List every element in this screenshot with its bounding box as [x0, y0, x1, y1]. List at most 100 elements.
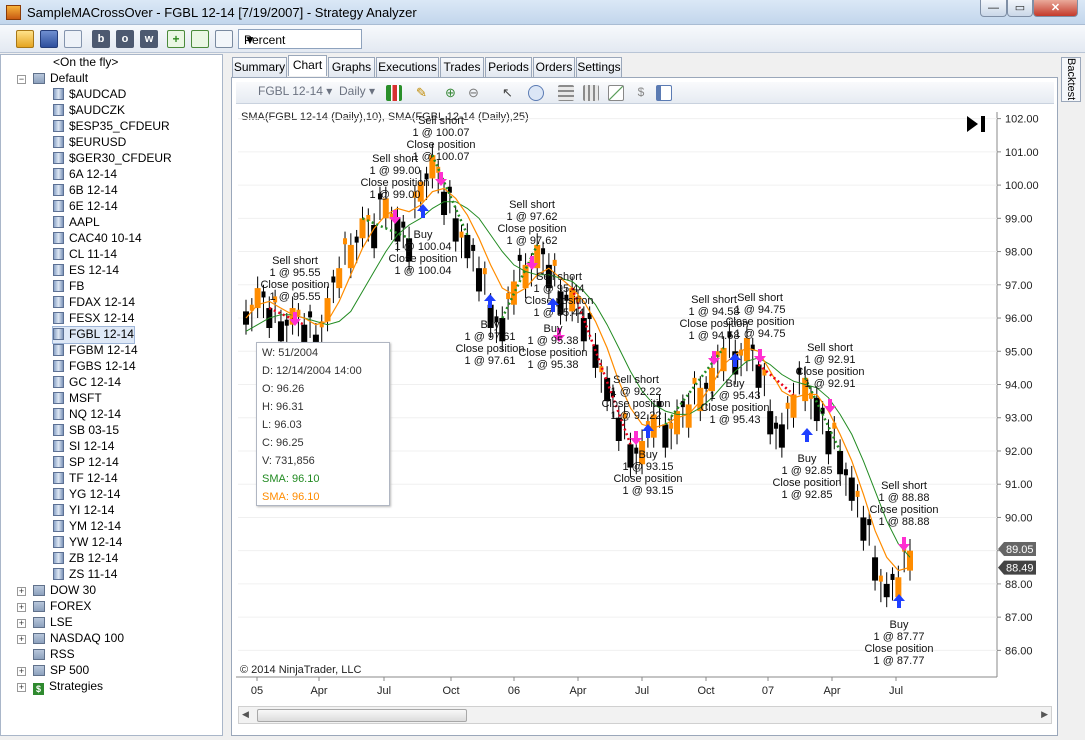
tree-item-instrument[interactable]: FESX 12-14: [53, 311, 134, 327]
tab-settings[interactable]: Settings: [576, 57, 622, 77]
tree-item-instrument[interactable]: YG 12-14: [53, 487, 120, 503]
tree-item-instrument[interactable]: $AUDCZK: [53, 103, 125, 119]
interval-select[interactable]: Daily ▾: [339, 84, 375, 101]
maximize-button[interactable]: ▭: [1007, 0, 1033, 17]
tree-item-label: SB 03-15: [69, 423, 120, 437]
remove-icon[interactable]: [215, 30, 233, 48]
tree-item-instrument[interactable]: YM 12-14: [53, 519, 121, 535]
tree-item-default[interactable]: Default: [33, 71, 88, 87]
tree-item-label: YG 12-14: [69, 487, 121, 501]
tree-item-instrument[interactable]: AAPL: [53, 215, 100, 231]
tree-item-instrument[interactable]: GC 12-14: [53, 375, 121, 391]
walkforward-w-button[interactable]: w: [140, 30, 158, 48]
bar-type-icon[interactable]: [386, 85, 402, 101]
tree-item-instrument[interactable]: NQ 12-14: [53, 407, 121, 423]
tree-item-instrument[interactable]: 6A 12-14: [53, 167, 117, 183]
tooltip-sma-25: SMA: 96.10: [262, 473, 320, 485]
cursor-icon[interactable]: ↖: [502, 85, 518, 101]
tree-item-instrument[interactable]: FGBM 12-14: [53, 343, 138, 359]
tree-item-instrument[interactable]: YI 12-14: [53, 503, 114, 519]
add-icon[interactable]: +: [167, 30, 185, 48]
tab-chart[interactable]: Chart: [288, 55, 327, 76]
backtest-b-button[interactable]: b: [92, 30, 110, 48]
tab-executions[interactable]: Executions: [376, 57, 439, 77]
tooltip-high: H: 96.31: [262, 401, 304, 413]
data-box-icon[interactable]: [656, 85, 672, 101]
tab-orders[interactable]: Orders: [533, 57, 575, 77]
tab-graphs[interactable]: Graphs: [328, 57, 375, 77]
tree-item-instrument[interactable]: $GER30_CFDEUR: [53, 151, 172, 167]
zoom-out-icon[interactable]: ⊖: [468, 85, 484, 101]
expand-icon[interactable]: +: [17, 603, 26, 612]
tree-item-instrument[interactable]: FGBL 12-14: [52, 326, 135, 344]
currency-icon[interactable]: $: [633, 85, 649, 101]
tab-summary[interactable]: Summary: [232, 57, 287, 77]
app-icon: [6, 5, 21, 20]
tab-trades[interactable]: Trades: [440, 57, 484, 77]
expand-icon[interactable]: +: [17, 619, 26, 628]
tree-item-instrument[interactable]: SP 12-14: [53, 455, 119, 471]
tree-item-on-the-fly[interactable]: <On the fly>: [53, 55, 118, 71]
tab-periods[interactable]: Periods: [485, 57, 532, 77]
collapse-icon[interactable]: −: [17, 75, 26, 84]
scrollbar-thumb[interactable]: [257, 709, 467, 722]
tree-item-instrument[interactable]: TF 12-14: [53, 471, 118, 487]
tree-item-instrument[interactable]: 6E 12-14: [53, 199, 118, 215]
tree-item-instrument[interactable]: FB: [53, 279, 84, 295]
save-icon[interactable]: [40, 30, 58, 48]
database-icon: [53, 376, 64, 388]
tree-item-group[interactable]: $ Strategies: [33, 679, 103, 695]
horizontal-scrollbar[interactable]: ◀ ▶: [238, 706, 1052, 724]
chart-icon[interactable]: [608, 85, 624, 101]
edit-icon[interactable]: [191, 30, 209, 48]
scroll-left-icon[interactable]: ◀: [242, 709, 249, 720]
folder-icon: [33, 585, 45, 596]
minimize-button[interactable]: —: [980, 0, 1007, 17]
main-toolbar: b o w + Percent ▼: [0, 25, 1085, 53]
tree-item-instrument[interactable]: ES 12-14: [53, 263, 119, 279]
expand-icon[interactable]: +: [17, 635, 26, 644]
instrument-select[interactable]: FGBL 12-14 ▾: [258, 84, 332, 101]
tree-item-group[interactable]: LSE: [33, 615, 73, 631]
tree-item-group[interactable]: RSS: [33, 647, 75, 663]
columns-icon[interactable]: [583, 85, 599, 101]
tree-item-instrument[interactable]: SB 03-15: [53, 423, 119, 439]
tree-item-label: FOREX: [50, 599, 92, 613]
tree-item-instrument[interactable]: FGBS 12-14: [53, 359, 136, 375]
tree-item-group[interactable]: SP 500: [33, 663, 89, 679]
open-folder-icon[interactable]: [16, 30, 34, 48]
tree-item-instrument[interactable]: MSFT: [53, 391, 102, 407]
tree-item-instrument[interactable]: FDAX 12-14: [53, 295, 135, 311]
zoom-in-icon[interactable]: ⊕: [445, 85, 461, 101]
title-bar[interactable]: SampleMACrossOver - FGBL 12-14 [7/19/200…: [0, 0, 1085, 25]
tab-backtest[interactable]: Backtest: [1061, 57, 1081, 102]
expand-icon[interactable]: +: [17, 667, 26, 676]
tree-item-label: 6A 12-14: [69, 167, 118, 181]
optimize-o-button[interactable]: o: [116, 30, 134, 48]
tree-item-instrument[interactable]: ZB 12-14: [53, 551, 118, 567]
tree-item-group[interactable]: DOW 30: [33, 583, 96, 599]
pencil-icon[interactable]: ✎: [416, 85, 432, 101]
tree-item-instrument[interactable]: CL 11-14: [53, 247, 117, 263]
tree-item-instrument[interactable]: $EURUSD: [53, 135, 126, 151]
tree-item-instrument[interactable]: $AUDCAD: [53, 87, 126, 103]
expand-icon[interactable]: +: [17, 587, 26, 596]
pin-icon[interactable]: [64, 30, 82, 48]
display-mode-select[interactable]: Percent ▼: [238, 29, 362, 49]
properties-icon[interactable]: [558, 85, 574, 101]
scroll-right-icon[interactable]: ▶: [1041, 709, 1048, 720]
tooltip-low: L: 96.03: [262, 419, 302, 431]
folder-icon: [33, 633, 45, 644]
tree-item-group[interactable]: NASDAQ 100: [33, 631, 124, 647]
tree-item-instrument[interactable]: YW 12-14: [53, 535, 122, 551]
tree-item-instrument[interactable]: SI 12-14: [53, 439, 114, 455]
database-icon: [53, 184, 64, 196]
tree-item-instrument[interactable]: 6B 12-14: [53, 183, 118, 199]
close-button[interactable]: ✕: [1033, 0, 1078, 17]
tree-item-instrument[interactable]: ZS 11-14: [53, 567, 117, 583]
tree-item-instrument[interactable]: CAC40 10-14: [53, 231, 142, 247]
search-icon[interactable]: [528, 85, 544, 101]
tree-item-group[interactable]: FOREX: [33, 599, 91, 615]
expand-icon[interactable]: +: [17, 683, 26, 692]
tree-item-instrument[interactable]: $ESP35_CFDEUR: [53, 119, 170, 135]
